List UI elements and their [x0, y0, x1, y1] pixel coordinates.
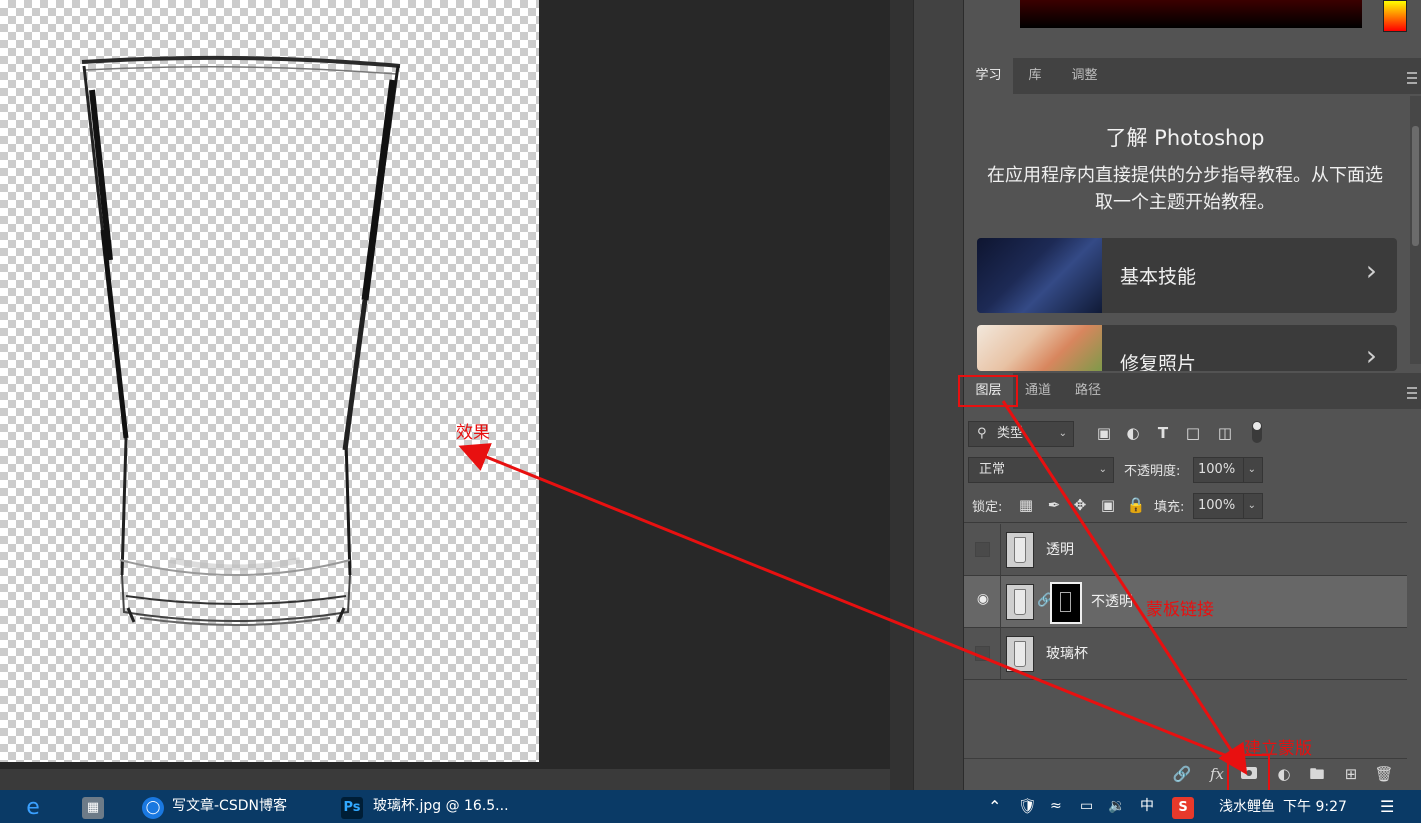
notification-center-icon[interactable]: ☰	[1380, 790, 1394, 823]
battery-icon[interactable]: ▭	[1080, 790, 1093, 823]
annotation-arrows	[458, 400, 1248, 776]
taskbar-item-csdn[interactable]: 写文章-CSDN博客	[172, 790, 287, 823]
arrow-to-effect	[458, 443, 1238, 762]
photoshop-icon[interactable]: Ps	[341, 797, 363, 819]
browser-app-icon[interactable]: ◯	[142, 797, 164, 819]
security-shield-icon[interactable]: 🛡	[1018, 790, 1037, 823]
sogou-ime-icon[interactable]: S	[1172, 797, 1194, 819]
wifi-icon[interactable]: ≈	[1050, 790, 1062, 823]
edge-browser-icon[interactable]: e	[22, 797, 44, 819]
taskbar-item-photoshop[interactable]: 玻璃杯.jpg @ 16.5...	[373, 790, 509, 823]
clock[interactable]: 下午 9:27	[1283, 796, 1347, 816]
chevron-up-icon[interactable]: ⌃	[988, 790, 1001, 823]
ime-indicator[interactable]: 中	[1140, 790, 1154, 823]
user-name: 浅水鲤鱼	[1219, 799, 1275, 815]
calculator-icon[interactable]: ▦	[82, 797, 104, 819]
volume-icon[interactable]: 🔉	[1108, 790, 1125, 823]
